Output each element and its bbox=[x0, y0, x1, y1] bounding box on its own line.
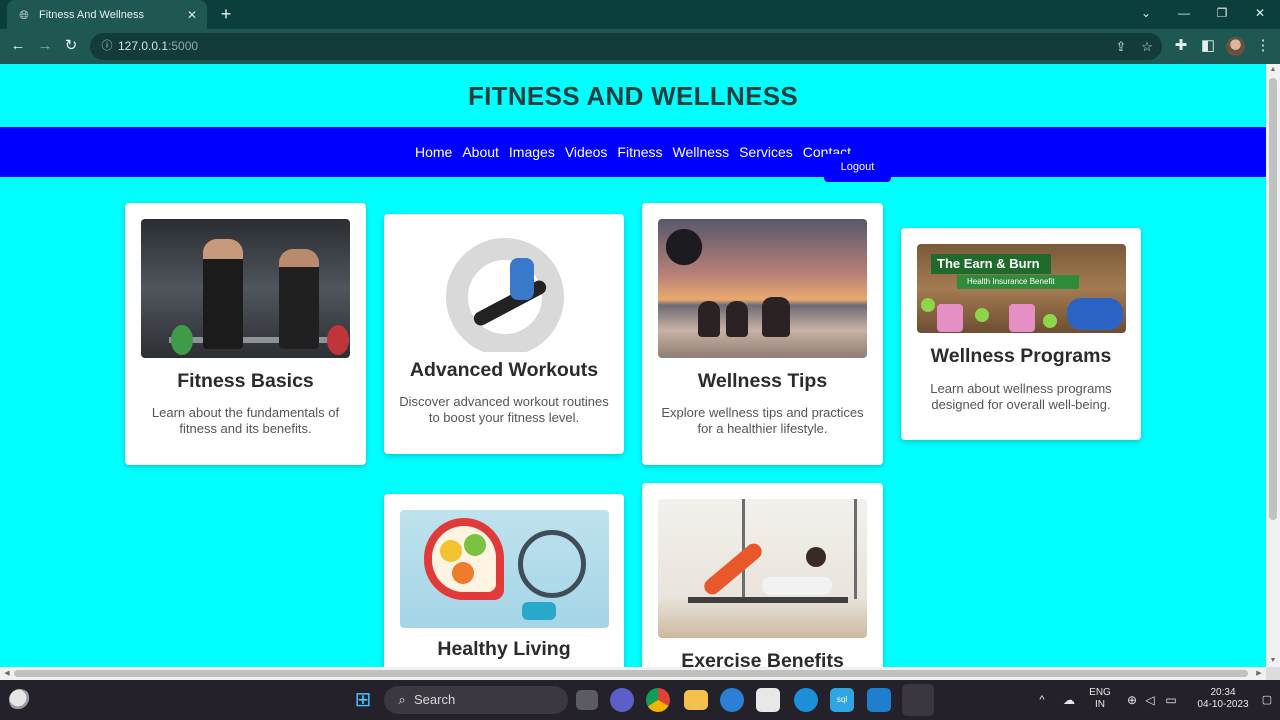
scroll-right-arrow-icon[interactable]: ▶ bbox=[1252, 667, 1266, 680]
windows-taskbar: ⊞ ⌕ Search sql ^ ☁ ENG IN ⊕ ◁ ▭ 20:34 04… bbox=[0, 680, 1280, 720]
clock-time: 20:34 bbox=[1210, 687, 1236, 698]
chrome-icon[interactable] bbox=[646, 688, 670, 712]
language-top: ENG bbox=[1089, 687, 1111, 698]
vertical-scrollbar[interactable]: ▲ ▼ bbox=[1266, 64, 1280, 667]
forward-button[interactable]: → bbox=[34, 35, 56, 57]
file-explorer-icon[interactable] bbox=[684, 690, 708, 710]
site-info-icon[interactable]: ⓘ bbox=[98, 37, 116, 55]
extensions-icon[interactable]: ✚ bbox=[1170, 35, 1192, 57]
card-text: Explore wellness tips and practices for … bbox=[661, 405, 864, 436]
close-tab-icon[interactable]: ✕ bbox=[183, 8, 201, 22]
edge-icon[interactable] bbox=[794, 688, 818, 712]
search-icon: ⌕ bbox=[398, 692, 406, 707]
mysql-workbench-icon[interactable]: sql bbox=[830, 688, 854, 712]
vertical-scroll-thumb[interactable] bbox=[1269, 78, 1277, 520]
close-window-button[interactable]: ✕ bbox=[1242, 4, 1278, 22]
nav-link-home[interactable]: Home bbox=[415, 144, 452, 160]
address-bar[interactable]: ⓘ 127.0.0.1:5000 ⇪ ☆ bbox=[90, 33, 1162, 60]
page-title: FITNESS AND WELLNESS bbox=[467, 81, 799, 111]
card-text: Learn about wellness programs designed f… bbox=[930, 381, 1112, 412]
side-panel-icon[interactable]: ◧ bbox=[1197, 35, 1219, 57]
volume-icon[interactable]: ◁ bbox=[1142, 680, 1158, 720]
card-advanced-workouts[interactable]: Advanced Workouts Discover advanced work… bbox=[384, 214, 624, 454]
maximize-button[interactable]: ❐ bbox=[1204, 4, 1240, 22]
language-bottom: IN bbox=[1095, 699, 1105, 710]
logout-button[interactable]: Logout bbox=[824, 154, 891, 182]
url-host: 127.0.0.1 bbox=[118, 39, 169, 53]
share-icon[interactable]: ⇪ bbox=[1110, 36, 1132, 58]
new-tab-button[interactable]: + bbox=[216, 4, 236, 24]
card-title: Wellness Tips bbox=[697, 370, 828, 392]
horizontal-scrollbar[interactable]: ◀ ▶ bbox=[0, 667, 1266, 680]
nav-link-images[interactable]: Images bbox=[509, 144, 555, 160]
bookmark-star-icon[interactable]: ☆ bbox=[1136, 36, 1158, 58]
card-title: Wellness Programs bbox=[930, 345, 1112, 367]
edge-beta-icon[interactable] bbox=[720, 688, 744, 712]
card-text: Learn about the fundamentals of fitness … bbox=[151, 405, 340, 436]
url-port: :5000 bbox=[168, 39, 199, 53]
card-text: Discover advanced workout routines to bo… bbox=[399, 394, 609, 425]
back-button[interactable]: ← bbox=[7, 35, 29, 57]
image-sub-text: Health Insurance Benefit bbox=[957, 275, 1079, 289]
notifications-icon[interactable]: ▢ bbox=[1260, 680, 1274, 720]
browser-toolbar: ← → ↻ ⓘ 127.0.0.1:5000 ⇪ ☆ ✚ ◧ ⋮ bbox=[0, 29, 1280, 64]
card-fitness-basics[interactable]: Fitness Basics Learn about the fundament… bbox=[125, 203, 366, 465]
chrome-active-icon[interactable] bbox=[902, 684, 934, 716]
profile-avatar[interactable] bbox=[1226, 37, 1245, 56]
url-text: 127.0.0.1:5000 bbox=[118, 33, 198, 60]
healthy-food-image bbox=[400, 510, 609, 628]
main-navbar: Home About Images Videos Fitness Wellness Serv… bbox=[0, 127, 1266, 177]
card-title: Advanced Workouts bbox=[409, 359, 599, 381]
vscode-icon[interactable] bbox=[867, 688, 891, 712]
taskbar-search-box[interactable]: ⌕ Search bbox=[384, 686, 568, 714]
globe-icon: 🌐︎ bbox=[19, 7, 29, 22]
task-view-icon[interactable] bbox=[576, 690, 598, 710]
image-banner-text: The Earn & Burn bbox=[931, 254, 1051, 274]
horizontal-scroll-thumb[interactable] bbox=[14, 670, 1248, 677]
card-title: Fitness Basics bbox=[177, 370, 314, 392]
onedrive-cloud-icon[interactable]: ☁ bbox=[1058, 680, 1080, 720]
tray-overflow-chevron-icon[interactable]: ^ bbox=[1034, 680, 1050, 720]
menu-kebab-icon[interactable]: ⋮ bbox=[1252, 35, 1274, 57]
card-wellness-programs[interactable]: The Earn & Burn Health Insurance Benefit… bbox=[901, 228, 1141, 440]
workout-image bbox=[400, 228, 609, 352]
tab-search-icon[interactable]: ⌄ bbox=[1128, 4, 1164, 22]
reload-button[interactable]: ↻ bbox=[60, 35, 82, 57]
tab-title: Fitness And Wellness bbox=[39, 8, 144, 21]
browser-tab-strip: 🌐︎ Fitness And Wellness ✕ + ⌄ — ❐ ✕ bbox=[0, 0, 1280, 29]
microsoft-store-icon[interactable] bbox=[756, 688, 780, 712]
browser-tab[interactable]: 🌐︎ Fitness And Wellness ✕ bbox=[7, 0, 207, 29]
start-windows-icon[interactable]: ⊞ bbox=[349, 686, 377, 714]
battery-icon[interactable]: ▭ bbox=[1162, 680, 1180, 720]
sunset-meditation-image bbox=[658, 219, 867, 358]
card-title: Healthy Living bbox=[437, 638, 571, 660]
card-title: Exercise Benefits bbox=[681, 650, 844, 667]
minimize-button[interactable]: — bbox=[1166, 4, 1202, 22]
nav-links: Home About Images Videos Fitness Wellness Serv… bbox=[0, 144, 1266, 160]
earn-and-burn-image: The Earn & Burn Health Insurance Benefit bbox=[917, 244, 1126, 333]
scrollbar-corner bbox=[1266, 667, 1280, 680]
card-healthy-living[interactable]: Healthy Living bbox=[384, 494, 624, 667]
card-exercise-benefits[interactable]: Exercise Benefits bbox=[642, 483, 883, 667]
language-indicator[interactable]: ENG IN bbox=[1086, 680, 1114, 720]
nav-link-wellness[interactable]: Wellness bbox=[673, 144, 730, 160]
nav-link-videos[interactable]: Videos bbox=[565, 144, 608, 160]
scroll-down-arrow-icon[interactable]: ▼ bbox=[1266, 655, 1280, 667]
nav-link-services[interactable]: Services bbox=[739, 144, 793, 160]
network-globe-icon[interactable]: ⊕ bbox=[1124, 680, 1140, 720]
weather-icon[interactable] bbox=[9, 689, 31, 711]
nav-link-fitness[interactable]: Fitness bbox=[617, 144, 662, 160]
page-viewport: FITNESS AND WELLNESS Home About Images Vide… bbox=[0, 64, 1266, 667]
gym-image bbox=[141, 219, 350, 358]
card-wellness-tips[interactable]: Wellness Tips Explore wellness tips and … bbox=[642, 203, 883, 465]
scroll-left-arrow-icon[interactable]: ◀ bbox=[0, 667, 14, 680]
clock[interactable]: 20:34 04-10-2023 bbox=[1190, 680, 1256, 720]
scroll-up-arrow-icon[interactable]: ▲ bbox=[1266, 64, 1280, 76]
clock-date: 04-10-2023 bbox=[1197, 699, 1249, 710]
taskbar-search-label: Search bbox=[414, 692, 456, 707]
nav-link-about[interactable]: About bbox=[462, 144, 499, 160]
teams-chat-icon[interactable] bbox=[610, 688, 634, 712]
exercise-image bbox=[658, 499, 867, 638]
